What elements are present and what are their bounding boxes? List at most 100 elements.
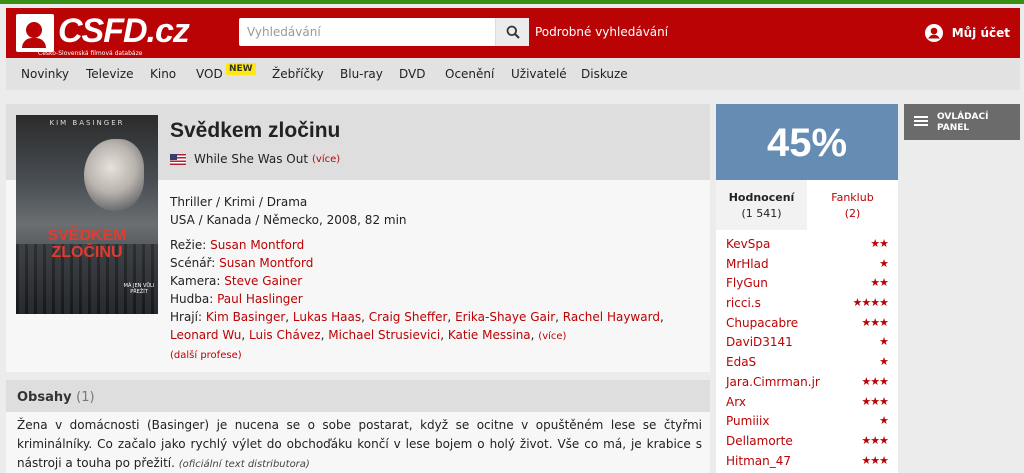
- nav-zebricky[interactable]: Žebříčky: [272, 67, 324, 81]
- search-input[interactable]: [239, 18, 491, 46]
- nav-diskuze[interactable]: Diskuze: [581, 67, 628, 81]
- logo-text: CSFD.cz: [58, 12, 190, 50]
- film-genres: Thriller / Krimi / Drama: [170, 195, 308, 209]
- cast-link[interactable]: Katie Messina: [448, 328, 531, 342]
- user-rating-row: Chupacabre ★★★: [716, 313, 898, 333]
- cast-link[interactable]: Luis Chávez: [249, 328, 321, 342]
- user-name-link[interactable]: Chupacabre: [726, 316, 798, 330]
- more-titles-link[interactable]: (více): [312, 154, 340, 165]
- star-rating-icon: ★★★: [861, 453, 889, 467]
- plot-heading: Obsahy (1): [6, 380, 710, 412]
- site-header: CSFD.cz Česko-Slovenská filmová databáze…: [6, 8, 1020, 58]
- control-panel-button[interactable]: OVLÁDACÍ PANEL: [904, 104, 1020, 140]
- user-name-link[interactable]: EdaS: [726, 355, 756, 369]
- plot-count: (1): [76, 390, 95, 405]
- star-rating-icon: ★★: [870, 237, 889, 250]
- user-name-link[interactable]: MrHlad: [726, 257, 769, 271]
- poster-face-image: [84, 139, 144, 211]
- cast-link[interactable]: Erika-Shaye Gair: [455, 310, 555, 324]
- rating-panel: 45% Hodnocení (1 541) Fanklub (2) KevSpa…: [716, 104, 898, 473]
- original-title-row: While She Was Out (více): [170, 152, 340, 166]
- user-rating-row: FlyGun ★★: [716, 273, 898, 293]
- star-rating-icon: ★: [879, 256, 889, 270]
- advanced-search-link[interactable]: Podrobné vyhledávání: [535, 25, 668, 39]
- nav-bluray[interactable]: Blu-ray: [340, 67, 383, 81]
- camera-row: Kamera: Steve Gainer: [170, 274, 303, 288]
- music-row: Hudba: Paul Haslinger: [170, 292, 303, 306]
- search-icon: [506, 25, 520, 39]
- cast-link[interactable]: Michael Strusievici: [328, 328, 440, 342]
- user-name-link[interactable]: Hitman_47: [726, 454, 791, 468]
- user-icon: [924, 24, 943, 42]
- user-name-link[interactable]: Arx: [726, 395, 746, 409]
- poster-tagline: MÁ JEN VŮLI PŘEŽÍT: [123, 283, 155, 295]
- cast-link[interactable]: Leonard Wu: [170, 328, 241, 342]
- cast-link[interactable]: Kim Basinger: [206, 310, 285, 324]
- camera-link[interactable]: Steve Gainer: [224, 274, 302, 288]
- main-nav: Novinky Televize Kino VOD NEW Žebříčky B…: [6, 58, 1020, 90]
- tab-fanklub[interactable]: Fanklub (2): [807, 180, 898, 230]
- logo-icon: [16, 14, 54, 52]
- writer-link[interactable]: Susan Montford: [219, 256, 313, 270]
- writing-row: Scénář: Susan Montford: [170, 256, 314, 270]
- cast-link[interactable]: Lukas Haas: [293, 310, 361, 324]
- nav-kino[interactable]: Kino: [150, 67, 176, 81]
- film-origin: USA / Kanada / Německo, 2008, 82 min: [170, 213, 407, 227]
- user-name-link[interactable]: ricci.s: [726, 296, 761, 310]
- star-rating-icon: ★: [879, 355, 889, 369]
- user-rating-row: KevSpa ★★: [716, 234, 898, 254]
- nav-dvd[interactable]: DVD: [399, 67, 425, 81]
- film-title: Svědkem zločinu: [170, 119, 341, 142]
- more-professions-link[interactable]: (další profese): [170, 347, 700, 365]
- user-rating-row: Hitman_47 ★★★: [716, 451, 898, 471]
- star-rating-icon: ★★★★: [852, 296, 889, 310]
- poster-title: SVĚDKEM ZLOČINU: [47, 227, 127, 261]
- film-detail: KIM BASINGER SVĚDKEM ZLOČINU MÁ JEN VŮLI…: [6, 104, 710, 372]
- tab-hodnoceni[interactable]: Hodnocení (1 541): [716, 180, 807, 230]
- composer-link[interactable]: Paul Haslinger: [217, 292, 303, 306]
- film-credits: Režie: Susan Montford Scénář: Susan Mont…: [170, 236, 700, 365]
- plot-text: Žena v domácnosti (Basinger) je nucena s…: [17, 418, 702, 470]
- nav-oceneni[interactable]: Ocenění: [445, 67, 494, 81]
- nav-televize[interactable]: Televize: [86, 67, 134, 81]
- usa-flag-icon: [170, 153, 186, 165]
- cast-row: Hrají: Kim Basinger, Lukas Haas, Craig S…: [170, 310, 664, 342]
- user-rating-row: MrHlad ★: [716, 254, 898, 274]
- user-name-link[interactable]: Jara.Cimrman.jr: [726, 375, 820, 389]
- user-rating-row: DaviD3141 ★: [716, 332, 898, 352]
- user-name-link[interactable]: Pumiiix: [726, 414, 769, 428]
- star-rating-icon: ★★★: [861, 315, 889, 329]
- user-name-link[interactable]: Dellamorte: [726, 434, 793, 448]
- new-badge: NEW: [226, 63, 256, 75]
- user-name-link[interactable]: FlyGun: [726, 276, 768, 290]
- rating-percent: 45%: [716, 104, 898, 180]
- more-cast-link[interactable]: (více): [538, 331, 566, 342]
- star-rating-icon: ★★★: [861, 374, 889, 388]
- account-button[interactable]: Můj účet: [924, 23, 1010, 43]
- star-rating-icon: ★★: [870, 276, 889, 290]
- cast-link[interactable]: Craig Sheffer: [369, 310, 448, 324]
- original-title: While She Was Out: [194, 152, 309, 166]
- user-rating-row: Pumiiix ★: [716, 411, 898, 431]
- cast-link[interactable]: Rachel Hayward: [563, 310, 660, 324]
- user-rating-row: Arx ★★★: [716, 392, 898, 412]
- user-name-link[interactable]: KevSpa: [726, 237, 770, 251]
- user-rating-row: Dellamorte ★★★: [716, 431, 898, 451]
- logo-subtitle: Česko-Slovenská filmová databáze: [38, 50, 143, 57]
- director-link[interactable]: Susan Montford: [210, 238, 304, 252]
- account-label: Můj účet: [951, 26, 1010, 40]
- site-logo[interactable]: CSFD.cz Česko-Slovenská filmová databáze: [16, 12, 190, 58]
- user-name-link[interactable]: DaviD3141: [726, 335, 793, 349]
- top-accent-line: [0, 0, 1024, 4]
- plot-section: Obsahy (1) Žena v domácnosti (Basinger) …: [6, 380, 710, 473]
- nav-novinky[interactable]: Novinky: [21, 67, 69, 81]
- nav-vod[interactable]: VOD: [196, 67, 223, 81]
- plot-source: (oficiální text distributora): [178, 459, 310, 470]
- search-button[interactable]: [495, 18, 529, 46]
- film-info: Thriller / Krimi / Drama USA / Kanada / …: [170, 193, 407, 229]
- star-rating-icon: ★★★: [861, 394, 889, 408]
- nav-uzivatele[interactable]: Uživatelé: [511, 67, 567, 81]
- rating-tabs: Hodnocení (1 541) Fanklub (2): [716, 180, 898, 230]
- film-poster[interactable]: KIM BASINGER SVĚDKEM ZLOČINU MÁ JEN VŮLI…: [16, 115, 158, 314]
- directing-row: Režie: Susan Montford: [170, 238, 305, 252]
